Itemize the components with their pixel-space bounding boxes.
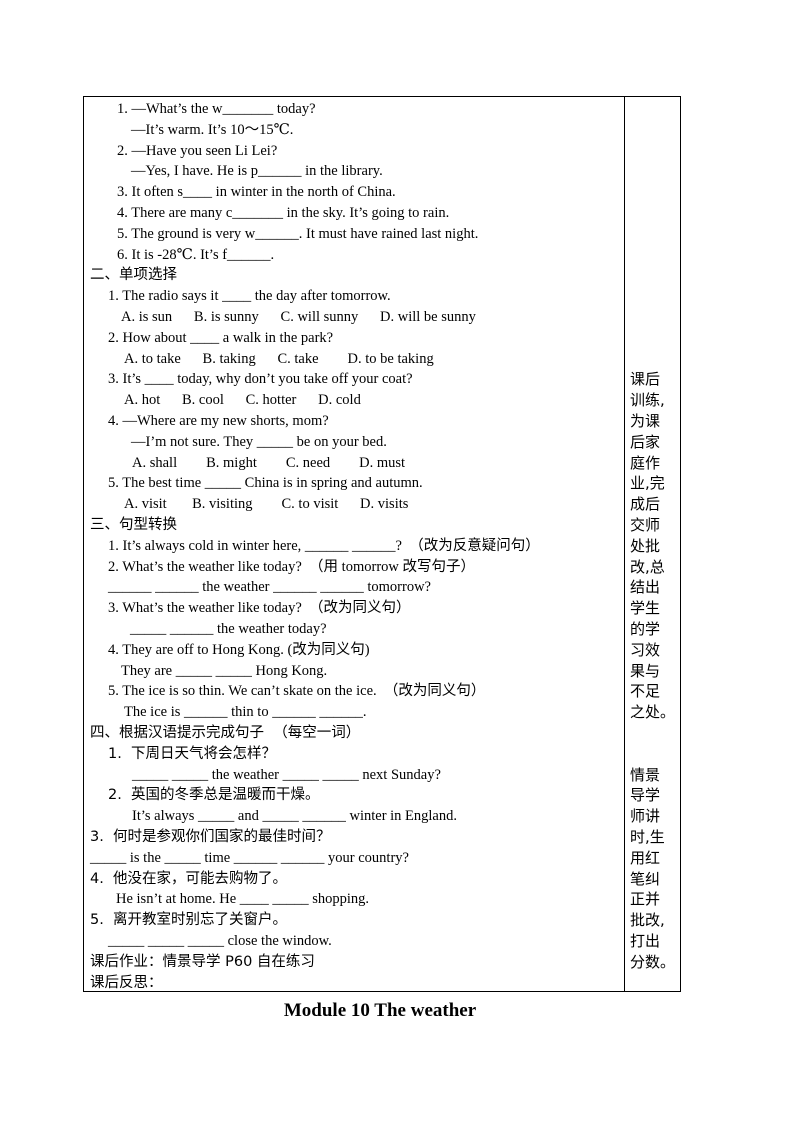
exercise-line: 2. What’s the weather like today? （用 tom… (108, 558, 475, 575)
exercise-line: A. shall B. might C. need D. must (132, 454, 406, 471)
teacher-note-line: 为课 (630, 411, 661, 430)
section-heading-line: 1. 下周日天气将会怎样？ (108, 745, 277, 762)
teacher-note-line: 打出 (630, 931, 661, 950)
teacher-note-line: 批改, (630, 911, 665, 930)
section-heading-line: 4. 他没在家，可能去购物了。 (90, 870, 288, 887)
exercise-line: _____ _____ _____ close the window. (108, 933, 332, 949)
teacher-note: 情景导学师讲 时,生用红笔纠正并批改, 打出分数。 (625, 765, 681, 973)
exercise-line: 2. How about ____ a walk in the park? (108, 329, 334, 346)
teacher-note-line: 训练, (630, 391, 665, 410)
teacher-note-line: 成后 (630, 495, 661, 514)
exercise-line: _____ is the _____ time ______ ______ yo… (90, 849, 409, 866)
section-heading-line: 课后作业：情景导学 P60 自在练习 (90, 953, 315, 970)
worksheet-table: 1. —What’s the w_______ today? —It’s warm… (83, 96, 681, 992)
section-heading-line: 3. 何时是参观你们国家的最佳时间？ (90, 829, 331, 845)
teacher-note-line: 业,完 (630, 474, 665, 493)
section-heading-line: 二、单项选择 (90, 267, 177, 284)
teacher-note-line: 师讲 (630, 807, 661, 826)
teacher-note-line: 用红 (630, 848, 661, 867)
page-title: Module 10 The weather (283, 1000, 477, 1021)
exercise-line: 5. The ice is so thin. We can’t skate on… (108, 683, 486, 700)
teacher-note-line: 学生 (630, 599, 661, 618)
exercise-line: —It’s warm. It’s 10～15℃. (131, 121, 294, 138)
teacher-note-line: 后家 (630, 432, 661, 451)
teacher-note-line: 的学 (630, 619, 661, 638)
exercise-line: 1. —What’s the w_______ today? (117, 101, 316, 117)
teacher-note-line: 交师 (630, 515, 661, 534)
exercise-line: 3. What’s the weather like today? （改为同义句… (108, 600, 411, 617)
teacher-note-line: 之处。 (630, 703, 676, 722)
teacher-note-line: 情景 (630, 765, 661, 784)
teacher-note-line: 分数。 (630, 952, 676, 971)
exercise-line: He isn’t at home. He ____ _____ shopping… (116, 891, 370, 908)
teacher-note-line: 结出 (630, 578, 661, 597)
exercise-line: —I’m not sure. They _____ be on your bed… (131, 433, 387, 450)
teacher-note-line: 庭作 (630, 453, 661, 472)
exercise-line: —Yes, I have. He is p______ in the libra… (131, 163, 383, 180)
exercise-line: 5. The ground is very w______. It must h… (117, 225, 479, 242)
exercise-line: A. visit B. visiting C. to visit D. visi… (124, 496, 409, 513)
teacher-note-line: 笔纠 (630, 869, 661, 888)
exercise-line: 3. It often s____ in winter in the north… (117, 184, 396, 201)
exercise-line: 5. The best time _____ China is in sprin… (108, 475, 423, 492)
section-heading-line: 四、根据汉语提示完成句子 （每空一词） (90, 725, 361, 741)
teacher-note-line: 正并 (630, 890, 661, 909)
exercise-line: 1. It’s always cold in winter here, ____… (108, 537, 540, 554)
teacher-note-line: 习效 (630, 640, 661, 659)
exercise-line: 4. There are many c_______ in the sky. I… (117, 205, 450, 221)
exercise-line: A. is sun B. is sunny C. will sunny D. w… (121, 309, 476, 325)
exercise-line: They are _____ _____ Hong Kong. (121, 662, 328, 679)
teacher-note-line: 导学 (630, 786, 661, 805)
section-heading-line: 三、句型转换 (90, 517, 177, 533)
teacher-note-line: 时,生 (630, 827, 665, 846)
exercise-line: 4. They are off to Hong Kong. (改为同义句) (108, 641, 370, 658)
exercise-line: It’s always _____ and _____ ______ winte… (132, 808, 457, 825)
section-heading-line: 5. 离开教室时别忘了关窗户。 (90, 912, 288, 929)
exercise-line: A. hot B. cool C. hotter D. cold (124, 392, 361, 409)
exercise-line: _____ ______ the weather today? (130, 621, 327, 637)
teacher-note-line: 改,总 (630, 557, 665, 576)
exercise-line: 3. It’s ____ today, why don’t you take o… (108, 371, 413, 388)
section-heading-line: 2. 英国的冬季总是温暖而干燥。 (108, 787, 320, 804)
teacher-note-line: 不足 (630, 682, 661, 701)
exercise-line: A. to take B. taking C. take D. to be ta… (124, 350, 434, 367)
exercise-line: 1. The radio says it ____ the day after … (108, 288, 391, 305)
exercise-line: _____ _____ the weather _____ _____ next… (132, 766, 441, 783)
exercise-line: 6. It is -28℃. It’s f______. (117, 246, 275, 263)
teacher-note-line: 处批 (630, 536, 661, 555)
exercise-line: 4. —Where are my new shorts, mom? (108, 413, 329, 429)
section-heading-line: 课后反思： (90, 974, 163, 991)
exercise-line: ______ ______ the weather ______ ______ … (108, 579, 431, 596)
teacher-note-line: 果与 (630, 661, 661, 680)
exercise-line: The ice is ______ thin to ______ ______. (124, 704, 367, 721)
teacher-note-line: 课后 (630, 370, 661, 389)
exercise-line: 2. —Have you seen Li Lei? (117, 142, 278, 159)
teacher-note: 课后训练, 为课后家庭作业,完成后 交师处批改,总结出学生 的学习效果与不足之处。 (625, 369, 681, 723)
